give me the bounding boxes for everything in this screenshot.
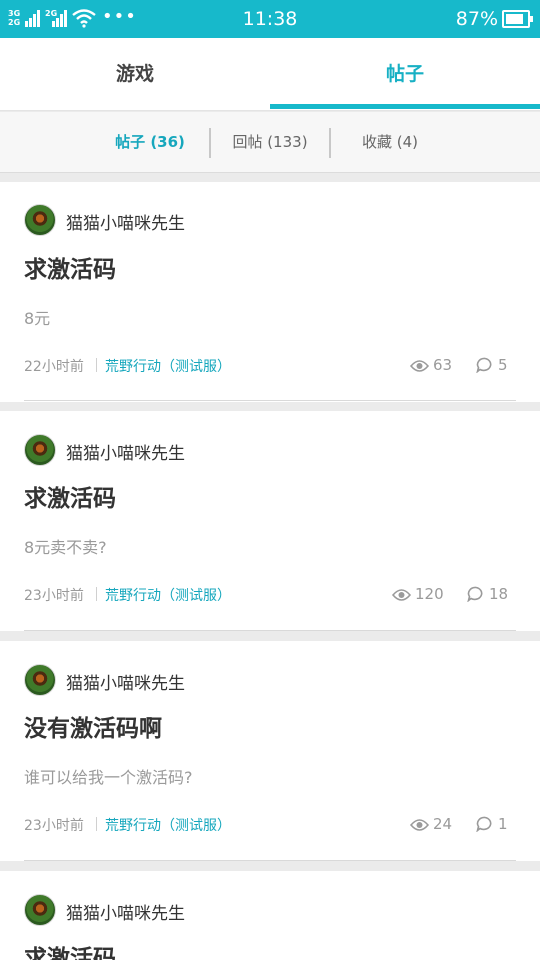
avatar[interactable] xyxy=(24,664,56,696)
card-divider xyxy=(24,400,516,401)
post-card[interactable]: 猫猫小喵咪先生 求激活码 8元卖不卖? 23小时前 荒野行动（测试服） 120 … xyxy=(0,411,540,631)
meta-divider xyxy=(96,587,97,601)
post-author[interactable]: 猫猫小喵咪先生 xyxy=(66,439,185,464)
comment-bubble-icon xyxy=(467,586,483,603)
view-count-value: 120 xyxy=(415,585,444,603)
tab-posts[interactable]: 帖子 xyxy=(270,38,540,110)
comment-count-value: 1 xyxy=(498,815,508,833)
post-body: 谁可以给我一个激活码? xyxy=(24,768,193,787)
sub-tab-bar: 帖子 (36) 回帖 (133) 收藏 (4) xyxy=(0,112,540,173)
post-body: 8元 xyxy=(24,309,51,328)
post-title: 求激活码 xyxy=(24,486,116,512)
active-tab-indicator xyxy=(270,104,540,109)
battery-level xyxy=(506,14,523,24)
post-time: 22小时前 xyxy=(24,359,84,375)
post-card[interactable]: 猫猫小喵咪先生 求激活码 xyxy=(0,871,540,960)
post-title: 没有激活码啊 xyxy=(24,716,162,742)
comment-count: 1 xyxy=(476,815,508,833)
card-divider xyxy=(24,630,516,631)
post-title: 求激活码 xyxy=(24,257,116,283)
post-author[interactable]: 猫猫小喵咪先生 xyxy=(66,669,185,694)
post-time: 23小时前 xyxy=(24,588,84,604)
post-body: 8元卖不卖? xyxy=(24,538,107,557)
main-tab-bar: 游戏 帖子 xyxy=(0,38,540,111)
view-count-value: 24 xyxy=(433,815,453,833)
post-title: 求激活码 xyxy=(24,946,116,960)
eye-icon xyxy=(409,360,430,372)
tab-games[interactable]: 游戏 xyxy=(0,38,270,110)
post-game-link[interactable]: 荒野行动（测试服） xyxy=(105,815,231,835)
comment-count: 18 xyxy=(467,585,508,603)
view-count-value: 63 xyxy=(433,356,453,374)
post-card[interactable]: 猫猫小喵咪先生 没有激活码啊 谁可以给我一个激活码? 23小时前 荒野行动（测试… xyxy=(0,641,540,861)
avatar[interactable] xyxy=(24,434,56,466)
post-time: 23小时前 xyxy=(24,818,84,834)
post-author[interactable]: 猫猫小喵咪先生 xyxy=(66,899,185,924)
view-count: 24 xyxy=(409,815,453,833)
post-game-link[interactable]: 荒野行动（测试服） xyxy=(105,585,231,605)
subtab-favorites[interactable]: 收藏 (4) xyxy=(330,112,450,172)
meta-divider xyxy=(96,817,97,831)
meta-divider xyxy=(96,358,97,372)
comment-bubble-icon xyxy=(476,816,492,833)
subtab-replies[interactable]: 回帖 (133) xyxy=(210,112,330,172)
avatar[interactable] xyxy=(24,204,56,236)
subtab-posts[interactable]: 帖子 (36) xyxy=(90,112,210,172)
status-bar: 3G 2G 2G ••• 11:38 87% xyxy=(0,0,540,38)
view-count: 63 xyxy=(409,356,453,374)
comment-bubble-icon xyxy=(476,357,492,374)
post-game-link[interactable]: 荒野行动（测试服） xyxy=(105,356,231,376)
eye-icon xyxy=(409,819,430,831)
post-author[interactable]: 猫猫小喵咪先生 xyxy=(66,209,185,234)
post-card[interactable]: 猫猫小喵咪先生 求激活码 8元 22小时前 荒野行动（测试服） 63 5 xyxy=(0,182,540,402)
battery-icon xyxy=(502,10,533,28)
eye-icon xyxy=(391,589,412,601)
card-divider xyxy=(24,860,516,861)
comment-count: 5 xyxy=(476,356,508,374)
battery-percent: 87% xyxy=(455,8,498,30)
comment-count-value: 5 xyxy=(498,356,508,374)
comment-count-value: 18 xyxy=(489,585,509,603)
view-count: 120 xyxy=(391,585,444,603)
avatar[interactable] xyxy=(24,894,56,926)
